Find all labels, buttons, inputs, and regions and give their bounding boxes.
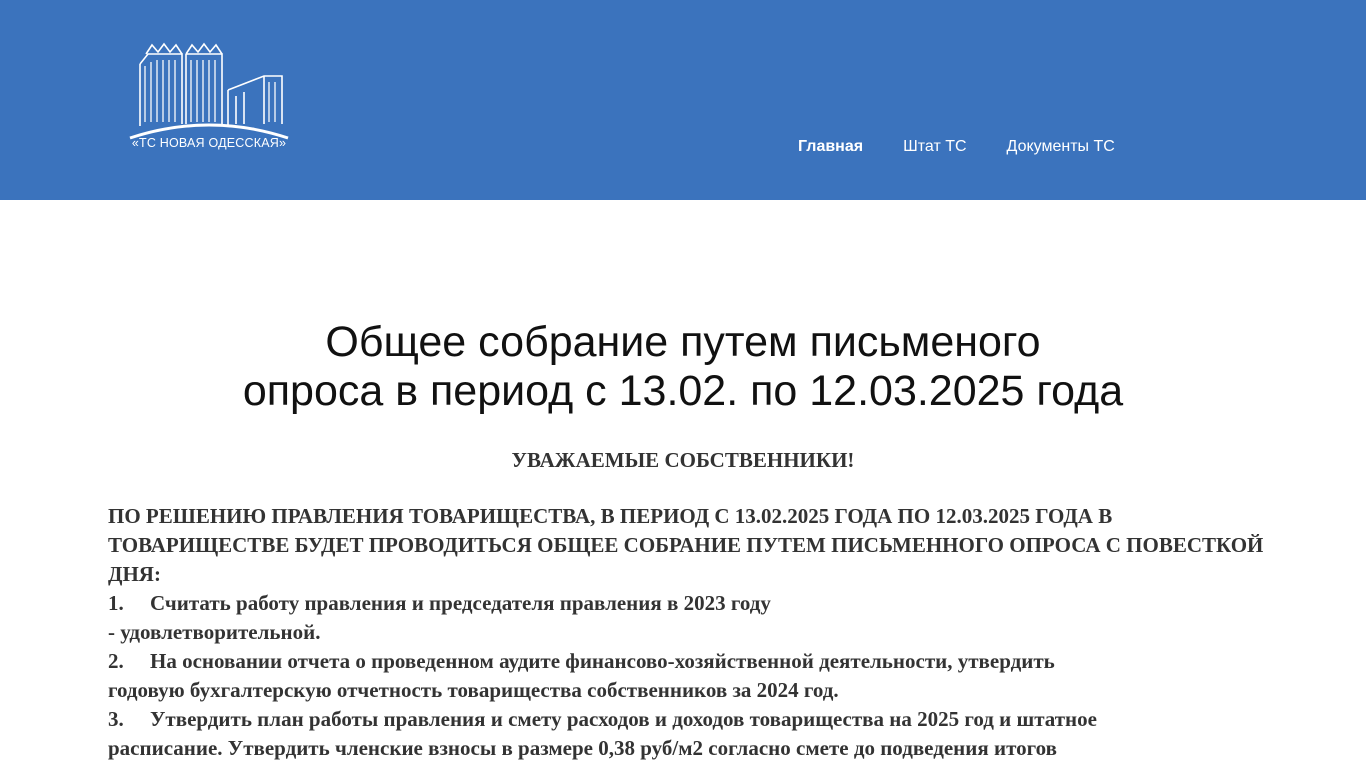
agenda-item-continuation: расписание. Утвердить членские взносы в … <box>108 736 1057 760</box>
agenda-item-continuation: - удовлетворительной. <box>108 620 321 644</box>
agenda-item-text: На основании отчета о проведенном аудите… <box>150 649 1055 673</box>
nav-item-documents[interactable]: Документы ТС <box>1007 136 1115 158</box>
logo-text: «ТС НОВАЯ ОДЕССКАЯ» <box>131 136 287 150</box>
agenda-item: 1. Считать работу правления и председател… <box>108 589 1268 618</box>
agenda-item: 3. Утвердить план работы правления и смет… <box>108 705 1268 734</box>
announcement-text: ПО РЕШЕНИЮ ПРАВЛЕНИЯ ТОВАРИЩЕСТВА, В ПЕР… <box>108 502 1268 763</box>
buildings-logo-icon <box>129 42 289 140</box>
main-nav: Главная Штат ТС Документы ТС <box>798 136 1115 158</box>
agenda-item-text: Считать работу правления и председателя … <box>150 591 771 615</box>
agenda-item-text: Утвердить план работы правления и смету … <box>150 707 1097 731</box>
agenda-item-number: 2. <box>108 649 124 673</box>
agenda-item-number: 3. <box>108 707 124 731</box>
agenda-item: 2. На основании отчета о проведенном ауди… <box>108 647 1268 676</box>
nav-item-home[interactable]: Главная <box>798 136 863 158</box>
page-title-line-1: Общее собрание путем письменого <box>325 318 1041 366</box>
site-header: «ТС НОВАЯ ОДЕССКАЯ» Главная Штат ТС Доку… <box>0 0 1366 200</box>
nav-item-staff[interactable]: Штат ТС <box>903 136 966 158</box>
announcement-intro: ПО РЕШЕНИЮ ПРАВЛЕНИЯ ТОВАРИЩЕСТВА, В ПЕР… <box>108 504 1264 586</box>
page-title: Общее собрание путем письменого опроса в… <box>100 318 1266 416</box>
page-title-line-2: опроса в период с 13.02. по 12.03.2025 г… <box>242 367 1124 415</box>
site-logo[interactable]: «ТС НОВАЯ ОДЕССКАЯ» <box>124 40 294 158</box>
agenda-item-continuation: годовую бухгалтерскую отчетность товарищ… <box>108 678 839 702</box>
greeting-heading: УВАЖАЕМЫЕ СОБСТВЕННИКИ! <box>511 448 855 472</box>
agenda-item-number: 1. <box>108 591 124 615</box>
